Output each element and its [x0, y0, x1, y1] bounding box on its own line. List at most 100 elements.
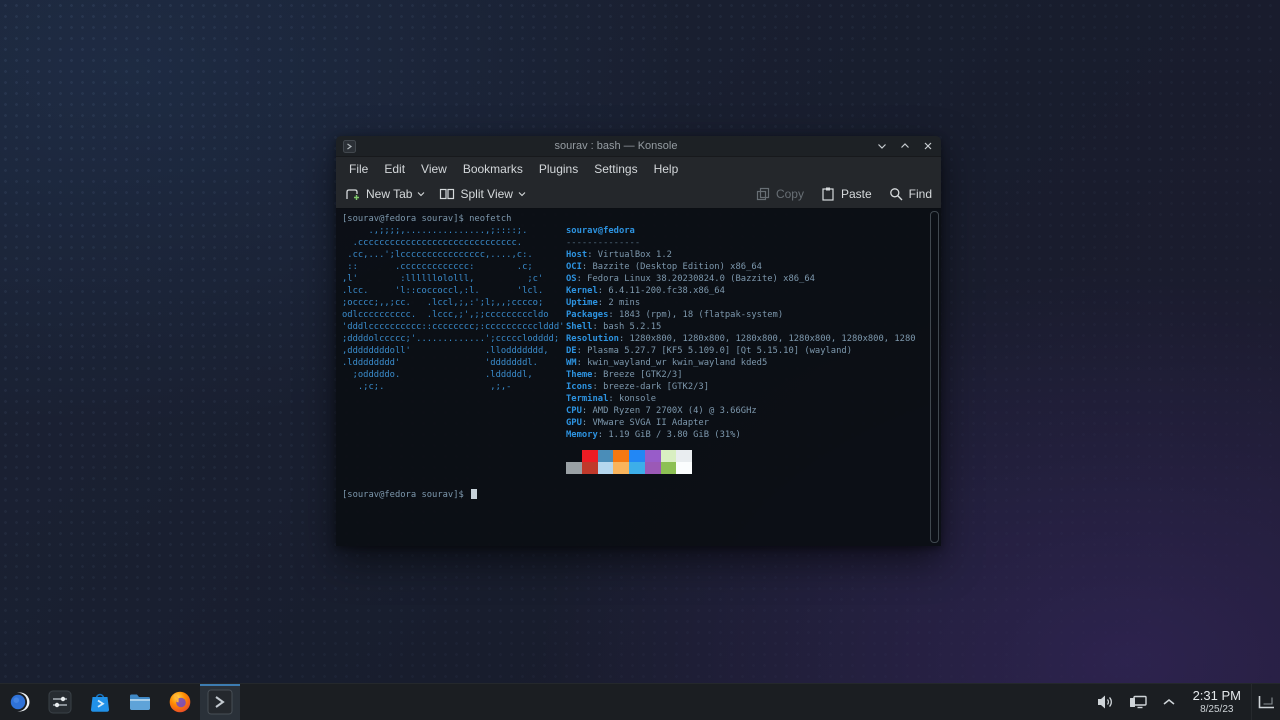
caret-down-icon [417, 191, 425, 197]
field-label: Terminal [566, 394, 609, 404]
palette-block [581, 462, 598, 474]
menu-help[interactable]: Help [646, 160, 687, 178]
field-value: : bash 5.2.15 [592, 322, 662, 332]
neofetch-line: GPU: VMware SVGA II Adapter [566, 417, 916, 429]
neofetch-line: Kernel: 6.4.11-200.fc38.x86_64 [566, 285, 916, 297]
neofetch-ascii-logo: .,;;;;,...............,;::::;. .cccccccc… [342, 226, 565, 392]
toolbar-label: New Tab [366, 187, 413, 201]
field-value: : 2 mins [597, 298, 641, 308]
field-value: : kwin_wayland_wr kwin_wayland kded5 [576, 358, 768, 368]
file-manager-icon [128, 690, 152, 714]
field-label: DE [566, 346, 577, 356]
field-value: : breeze-dark [GTK2/3] [592, 382, 710, 392]
taskbar: 2:31 PM 8/25/23 [0, 683, 1280, 720]
menu-settings[interactable]: Settings [586, 160, 645, 178]
neofetch-line: Memory: 1.19 GiB / 3.80 GiB (31%) [566, 429, 916, 441]
discover-icon [88, 690, 112, 714]
field-value: : VirtualBox 1.2 [587, 250, 672, 260]
konsole-task-button[interactable] [200, 684, 240, 720]
menu-file[interactable]: File [341, 160, 376, 178]
field-label: OCI [566, 262, 582, 272]
menu-bookmarks[interactable]: Bookmarks [455, 160, 531, 178]
system-tray: 2:31 PM 8/25/23 [1089, 684, 1280, 720]
palette-block [566, 462, 582, 474]
new-tab-button[interactable]: New Tab [345, 186, 425, 202]
digital-clock[interactable]: 2:31 PM 8/25/23 [1183, 687, 1251, 715]
window-controls [876, 140, 934, 152]
network-icon [1128, 694, 1148, 710]
find-button[interactable]: Find [888, 186, 932, 202]
split-view-button[interactable]: Split View [439, 186, 526, 202]
clock-time: 2:31 PM [1192, 687, 1241, 703]
menu-bar: File Edit View Bookmarks Plugins Settings Help [336, 156, 941, 180]
expand-tray-button[interactable] [1155, 684, 1183, 720]
field-label: Resolution [566, 334, 619, 344]
neofetch-line: Theme: Breeze [GTK2/3] [566, 369, 916, 381]
palette-block [660, 450, 677, 462]
field-label: Kernel [566, 286, 598, 296]
minimize-icon [876, 140, 888, 152]
app-launcher-button[interactable] [0, 684, 40, 720]
paste-icon [820, 186, 836, 202]
menu-edit[interactable]: Edit [376, 160, 413, 178]
neofetch-line: Shell: bash 5.2.15 [566, 321, 916, 333]
close-button[interactable] [922, 140, 934, 152]
volume-tray-button[interactable] [1089, 684, 1121, 720]
field-label: Packages [566, 310, 609, 320]
file-manager-button[interactable] [120, 684, 160, 720]
palette-block [597, 462, 614, 474]
toolbar-label: Find [908, 187, 932, 201]
close-icon [922, 140, 934, 152]
field-value: : 1.19 GiB / 3.80 GiB (31%) [597, 430, 741, 440]
field-label: OS [566, 274, 577, 284]
terminal-viewport[interactable]: [sourav@fedora sourav]$ neofetch .,;;;;,… [336, 208, 941, 546]
titlebar[interactable]: sourav : bash — Konsole [336, 136, 941, 156]
menu-view[interactable]: View [413, 160, 455, 178]
terminal-prompt-current: [sourav@fedora sourav]$ [342, 489, 478, 501]
maximize-button[interactable] [899, 140, 911, 152]
neofetch-line: Host: VirtualBox 1.2 [566, 249, 916, 261]
network-tray-button[interactable] [1121, 684, 1155, 720]
tray-icons [1089, 684, 1183, 720]
show-desktop-button[interactable] [1251, 684, 1280, 720]
field-value: : konsole [608, 394, 657, 404]
neofetch-line: CPU: AMD Ryzen 7 2700X (4) @ 3.66GHz [566, 405, 916, 417]
terminal-prompt-line: [sourav@fedora sourav]$ neofetch [342, 214, 512, 224]
palette-block [597, 450, 614, 462]
toolbar-right-group: Copy Paste Find [755, 186, 932, 202]
palette-block [581, 450, 598, 462]
toolbar-label: Split View [460, 187, 513, 201]
konsole-window-icon [343, 139, 356, 153]
field-label: WM [566, 358, 577, 368]
field-value: : 1280x800, 1280x800, 1280x800, 1280x800… [618, 334, 916, 344]
neofetch-line: Icons: breeze-dark [GTK2/3] [566, 381, 916, 393]
terminal-scrollbar[interactable] [930, 211, 939, 543]
field-value: : 1843 (rpm), 18 (flatpak-system) [608, 310, 784, 320]
neofetch-line: Resolution: 1280x800, 1280x800, 1280x800… [566, 333, 916, 345]
toolbar-label: Paste [840, 187, 872, 201]
palette-row [566, 450, 692, 462]
copy-button[interactable]: Copy [755, 186, 804, 202]
field-label: GPU [566, 418, 582, 428]
field-value: : 6.4.11-200.fc38.x86_64 [597, 286, 725, 296]
discover-button[interactable] [80, 684, 120, 720]
field-value: : Breeze [GTK2/3] [592, 370, 683, 380]
task-manager [0, 684, 240, 720]
toolbar-left-group: New Tab Split View [345, 186, 526, 202]
minimize-button[interactable] [876, 140, 888, 152]
firefox-button[interactable] [160, 684, 200, 720]
system-settings-button[interactable] [40, 684, 80, 720]
field-label: Theme [566, 370, 593, 380]
paste-button[interactable]: Paste [820, 186, 872, 202]
neofetch-info: sourav@fedora -------------- Host: Virtual… [566, 225, 916, 441]
copy-icon [755, 186, 771, 202]
field-value: : Fedora Linux 38.20230824.0 (Bazzite) x… [576, 274, 815, 284]
maximize-icon [899, 140, 911, 152]
neofetch-line: Uptime: 2 mins [566, 297, 916, 309]
neofetch-line: DE: Plasma 5.27.7 [KF5 5.109.0] [Qt 5.15… [566, 345, 916, 357]
palette-block [676, 450, 692, 462]
app-launcher-icon [8, 690, 32, 714]
volume-icon [1096, 694, 1114, 710]
menu-plugins[interactable]: Plugins [531, 160, 586, 178]
palette-block [566, 450, 582, 462]
